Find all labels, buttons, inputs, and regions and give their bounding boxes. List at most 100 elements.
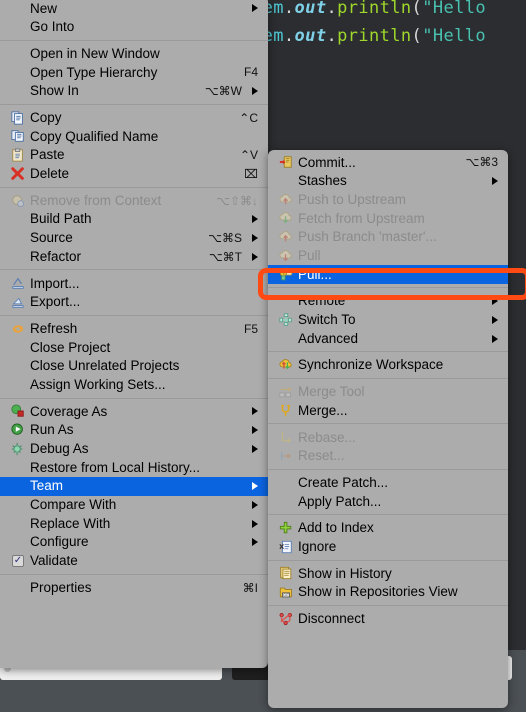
delete-icon: [8, 166, 28, 181]
context-menu-item-run-as[interactable]: Run As: [0, 421, 268, 440]
context-menu-item-remove-from-context: Remove from Context ⌥⇧⌘↓: [0, 191, 268, 210]
menu-item-label: Push to Upstream: [298, 191, 407, 207]
menu-item-shortcut: ⌃C: [239, 110, 258, 125]
team-submenu-item-switch-to[interactable]: Switch To: [268, 311, 508, 330]
no-icon: [8, 580, 28, 595]
context-menu-item-configure[interactable]: Configure: [0, 533, 268, 552]
rebase-icon: [281, 432, 292, 444]
team-submenu-item-synchronize-workspace[interactable]: Synchronize Workspace: [268, 356, 508, 375]
context-menu-item-delete[interactable]: Delete ⌧: [0, 165, 268, 184]
copy-icon: [11, 111, 23, 125]
context-menu-item-restore-from-local-history[interactable]: Restore from Local History...: [0, 458, 268, 477]
menu-item-label: Refactor: [30, 248, 82, 264]
submenu-arrow-icon: [492, 315, 498, 324]
team-submenu-item-commit[interactable]: Commit... ⌥⌘3: [268, 153, 508, 172]
team-submenu-item-add-to-index[interactable]: Add to Index: [268, 519, 508, 538]
context-menu-item-assign-working-sets[interactable]: Assign Working Sets...: [0, 375, 268, 394]
submenu-arrow-icon: [252, 215, 258, 224]
team-submenu-item-apply-patch[interactable]: Apply Patch...: [268, 492, 508, 511]
team-submenu-item-disconnect[interactable]: Disconnect: [268, 609, 508, 628]
submenu-arrow-icon: [252, 519, 258, 528]
menu-item-label: Paste: [30, 147, 65, 163]
context-menu-item-close-project[interactable]: Close Project: [0, 338, 268, 357]
no-icon: [8, 516, 28, 531]
team-submenu-item-advanced[interactable]: Advanced: [268, 329, 508, 348]
context-menu-item-replace-with[interactable]: Replace With: [0, 514, 268, 533]
refresh-icon: [8, 321, 28, 336]
submenu-arrow-icon: [252, 426, 258, 435]
context-menu-item-debug-as[interactable]: Debug As: [0, 439, 268, 458]
context-menu-item-refactor[interactable]: Refactor ⌥⌘T: [0, 247, 268, 266]
menu-item-label: Show In: [30, 83, 79, 99]
submenu-arrow-icon: [252, 252, 258, 261]
no-icon: [8, 1, 28, 16]
repositories-icon: GIT: [279, 587, 292, 598]
menu-item-label: Synchronize Workspace: [298, 357, 444, 373]
project-context-menu[interactable]: New Go Into Open in New Window Open Type Hi…: [0, 0, 268, 668]
context-menu-item-build-path[interactable]: Build Path: [0, 210, 268, 229]
add-to-index-icon: [276, 521, 296, 536]
menu-item-label: Switch To: [298, 312, 356, 328]
copy-qualified-icon: [8, 129, 28, 144]
coverage-icon: [8, 404, 28, 419]
context-menu-item-properties[interactable]: Properties ⌘I: [0, 578, 268, 597]
pull-icon: [276, 248, 296, 263]
merge-icon: [281, 404, 291, 416]
merge-tool-icon: [279, 387, 292, 398]
menu-separator: [0, 269, 268, 271]
history-icon: [280, 567, 292, 580]
context-menu-item-new[interactable]: New: [0, 0, 268, 18]
run-icon: [11, 423, 23, 435]
export-icon: [12, 297, 24, 308]
ignore-icon: [276, 539, 296, 554]
context-menu-item-open-in-new-window[interactable]: Open in New Window: [0, 44, 268, 63]
team-submenu-item-create-patch[interactable]: Create Patch...: [268, 473, 508, 492]
context-menu-item-refresh[interactable]: Refresh F5: [0, 319, 268, 338]
history-icon: [276, 566, 296, 581]
context-menu-item-source[interactable]: Source ⌥⌘S: [0, 229, 268, 248]
context-menu-item-paste[interactable]: Paste ⌃V: [0, 146, 268, 165]
menu-item-label: Remove from Context: [30, 192, 162, 208]
checkbox-checked-icon[interactable]: ✓: [12, 554, 24, 567]
team-submenu-item-remote[interactable]: Remote: [268, 292, 508, 311]
menu-item-label: Go Into: [30, 19, 75, 35]
no-icon: [276, 331, 296, 346]
commit-icon: [279, 156, 292, 169]
context-menu-item-copy[interactable]: Copy ⌃C: [0, 108, 268, 127]
team-submenu-item-merge[interactable]: Merge...: [268, 401, 508, 420]
context-menu-item-copy-qualified-name[interactable]: Copy Qualified Name: [0, 127, 268, 146]
merge-icon: [276, 403, 296, 418]
team-submenu[interactable]: Commit... ⌥⌘3 Stashes Push to Upstream Fetch…: [268, 150, 508, 708]
context-menu-item-validate[interactable]: ✓ Validate: [0, 552, 268, 571]
menu-item-label: Copy: [30, 110, 62, 126]
team-submenu-item-pull[interactable]: ? Pull...: [268, 265, 508, 284]
context-menu-item-show-in[interactable]: Show In ⌥⌘W: [0, 82, 268, 101]
submenu-arrow-icon: [492, 334, 498, 343]
menu-item-label: Merge Tool: [298, 384, 365, 400]
paste-icon: [12, 148, 23, 162]
menu-item-shortcut: ⌥⇧⌘↓: [216, 193, 258, 208]
menu-item-label: Advanced: [298, 330, 359, 346]
context-menu-item-open-type-hierarchy[interactable]: Open Type Hierarchy F4: [0, 63, 268, 82]
menu-item-label: New: [30, 0, 58, 16]
no-icon: [276, 475, 296, 490]
context-menu-item-import[interactable]: Import...: [0, 274, 268, 293]
menu-separator: [268, 287, 508, 289]
team-submenu-item-stashes[interactable]: Stashes: [268, 172, 508, 191]
team-submenu-item-show-in-repositories-view[interactable]: GIT Show in Repositories View: [268, 583, 508, 602]
pull-config-icon: ?: [279, 268, 293, 281]
menu-item-label: Import...: [30, 275, 80, 291]
context-menu-item-go-into[interactable]: Go Into: [0, 18, 268, 37]
merge-tool-icon: [276, 384, 296, 399]
coverage-icon: [11, 404, 24, 418]
context-menu-item-close-unrelated-projects[interactable]: Close Unrelated Projects: [0, 357, 268, 376]
no-icon: [8, 479, 28, 494]
menu-separator: [0, 39, 268, 41]
team-submenu-item-ignore[interactable]: Ignore: [268, 537, 508, 556]
context-menu-item-coverage-as[interactable]: Coverage As: [0, 402, 268, 421]
context-menu-item-export[interactable]: Export...: [0, 293, 268, 312]
context-menu-item-team[interactable]: Team: [0, 476, 268, 496]
team-submenu-item-show-in-history[interactable]: Show in History: [268, 564, 508, 583]
no-icon: [276, 294, 296, 309]
context-menu-item-compare-with[interactable]: Compare With: [0, 496, 268, 515]
